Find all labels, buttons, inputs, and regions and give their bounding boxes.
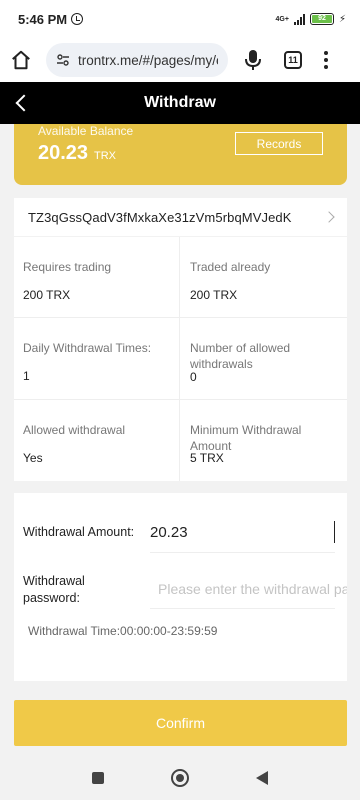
balance-card: Available Balance 20.23 TRX Records xyxy=(14,124,347,185)
info-value: 5 TRX xyxy=(190,451,224,465)
info-value: 200 TRX xyxy=(23,288,71,302)
tab-switcher-button[interactable]: 11 xyxy=(284,51,302,69)
info-requires-trading: Requires trading 200 TRX xyxy=(14,237,180,318)
battery-icon: 92 xyxy=(309,13,334,25)
home-icon[interactable] xyxy=(10,49,32,71)
balance-unit: TRX xyxy=(94,150,116,162)
info-value: 1 xyxy=(23,369,30,383)
status-bar: 5:46 PM 4G+ 92 ⚡ xyxy=(0,0,360,38)
recents-icon[interactable] xyxy=(92,772,104,784)
home-circle-icon[interactable] xyxy=(171,769,189,787)
records-button[interactable]: Records xyxy=(235,132,323,155)
info-traded-already: Traded already 200 TRX xyxy=(180,237,347,318)
page-title: Withdraw xyxy=(144,94,216,111)
amount-input[interactable] xyxy=(150,521,335,543)
url-bar[interactable]: trontrx.me/#/pages/my/e xyxy=(46,43,228,77)
browser-toolbar: trontrx.me/#/pages/my/e 11 xyxy=(0,38,360,82)
microphone-icon[interactable] xyxy=(244,49,262,71)
confirm-button[interactable]: Confirm xyxy=(14,700,347,746)
status-time: 5:46 PM xyxy=(18,11,68,27)
balance-label: Available Balance xyxy=(38,124,134,138)
info-daily-withdrawal-times: Daily Withdrawal Times: 1 xyxy=(14,318,180,400)
status-indicators: 4G+ 92 ⚡ xyxy=(276,13,346,25)
wallet-address: TZ3qGssQadV3fMxkaXe31zVm5rbqMVJedK xyxy=(28,209,292,225)
password-input[interactable] xyxy=(158,578,347,600)
password-label: Withdrawal password: xyxy=(23,574,85,605)
amount-label: Withdrawal Amount: xyxy=(23,525,135,539)
withdrawal-info-grid: Requires trading 200 TRX Traded already … xyxy=(14,237,347,481)
withdrawal-time: Withdrawal Time:00:00:00-23:59:59 xyxy=(28,624,218,638)
site-settings-icon[interactable] xyxy=(56,53,70,67)
info-label: Requires trading xyxy=(23,260,112,274)
amount-underline xyxy=(150,552,335,553)
url-text: trontrx.me/#/pages/my/e xyxy=(78,52,218,68)
more-options-icon[interactable] xyxy=(324,51,328,69)
info-label: Traded already xyxy=(190,260,271,274)
info-allowed-withdrawals: Number of allowed withdrawals 0 xyxy=(180,318,347,400)
back-triangle-icon[interactable] xyxy=(256,771,268,785)
info-label: Number of allowed withdrawals xyxy=(190,341,291,371)
info-label: Daily Withdrawal Times: xyxy=(23,341,152,355)
signal-icon xyxy=(293,13,305,25)
wallet-address-row[interactable]: TZ3qGssQadV3fMxkaXe31zVm5rbqMVJedK xyxy=(14,198,347,236)
alarm-icon xyxy=(71,13,84,25)
info-allowed-withdrawal: Allowed withdrawal Yes xyxy=(14,400,180,481)
info-value: 0 xyxy=(190,370,197,384)
system-nav-bar xyxy=(0,756,360,800)
password-underline xyxy=(150,608,335,609)
back-arrow-icon[interactable] xyxy=(10,91,34,115)
info-value: 200 TRX xyxy=(190,288,238,302)
withdrawal-form: Withdrawal Amount: Withdrawal password: … xyxy=(14,493,347,681)
chevron-right-icon xyxy=(323,211,335,223)
balance-amount: 20.23 xyxy=(38,142,89,164)
info-label: Minimum Withdrawal Amount xyxy=(190,423,302,453)
info-minimum-withdrawal: Minimum Withdrawal Amount 5 TRX xyxy=(180,400,347,481)
battery-level: 92 xyxy=(311,15,332,23)
info-value: Yes xyxy=(23,451,43,465)
info-label: Allowed withdrawal xyxy=(23,423,126,437)
app-header: Withdraw xyxy=(0,82,360,124)
charging-icon: ⚡ xyxy=(338,13,346,25)
network-type: 4G+ xyxy=(275,15,289,23)
